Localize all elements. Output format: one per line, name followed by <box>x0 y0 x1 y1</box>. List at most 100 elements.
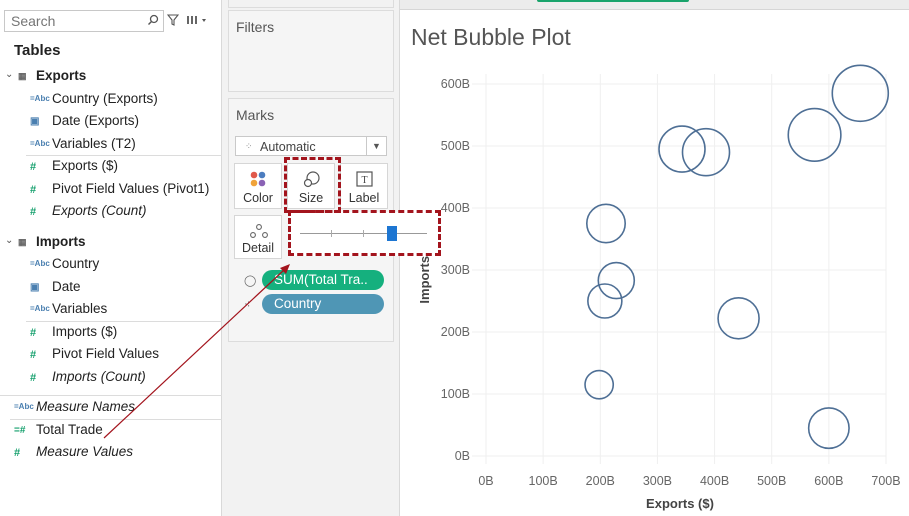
highlight-size-button <box>284 157 341 213</box>
chevron-down-icon[interactable]: ⌄ <box>5 235 13 246</box>
dimension-icon: =Abc <box>30 138 50 148</box>
chart-title: Net Bubble Plot <box>411 24 571 50</box>
y-tick-label: 0B <box>455 449 470 463</box>
field-label: Variables (T2) <box>52 135 136 151</box>
table-exports[interactable]: ⌄ ▦ Exports <box>0 66 222 88</box>
x-tick-label: 500B <box>757 474 786 488</box>
bubble-mark[interactable] <box>831 64 890 123</box>
measure-icon: # <box>30 349 37 361</box>
marks-title: Marks <box>236 107 275 123</box>
text-label-icon: T <box>356 171 373 187</box>
field-item[interactable]: # Measure Values <box>0 442 222 464</box>
y-tick-label: 200B <box>441 325 470 339</box>
chevron-down-icon[interactable]: ⌄ <box>5 69 13 80</box>
measure-icon: # <box>30 326 37 339</box>
x-axis-title: Exports ($) <box>646 496 714 511</box>
calendar-icon: ▣ <box>30 281 40 293</box>
field-label: Country <box>52 256 100 271</box>
dimension-icon: =Abc <box>30 259 50 268</box>
measure-icon: # <box>30 161 37 173</box>
field-item[interactable]: =Abc Measure Names <box>0 397 222 419</box>
measure-icon: # <box>14 447 21 459</box>
bubble-mark[interactable] <box>597 261 636 300</box>
label-button[interactable]: T Label <box>340 163 388 209</box>
detail-icon <box>250 224 268 238</box>
filter-icon[interactable] <box>167 14 179 26</box>
detail-pill[interactable]: Country <box>262 294 384 314</box>
tables-heading: Tables <box>14 42 61 59</box>
svg-text:T: T <box>361 175 367 186</box>
x-tick-label: 700B <box>871 474 900 488</box>
field-label: Exports (Count) <box>52 203 147 218</box>
field-label: Measure Names <box>36 399 136 414</box>
measure-icon: # <box>30 183 37 196</box>
field-label: Country (Exports) <box>52 90 158 106</box>
table-icon: ▦ <box>18 236 27 247</box>
bubble-mark[interactable] <box>586 203 627 244</box>
field-item[interactable]: =Abc Variables (T2) <box>0 134 222 156</box>
field-item[interactable]: # Pivot Field Values (Pivot1) <box>0 179 222 201</box>
field-label: Exports ($) <box>52 158 119 173</box>
color-icon <box>250 171 266 187</box>
x-tick-label: 0B <box>478 474 493 488</box>
field-item[interactable]: =Abc Variables <box>0 299 222 321</box>
field-item[interactable]: ▣ Date (Exports) <box>0 111 222 133</box>
field-item[interactable]: =Abc Country (Exports) <box>0 89 222 111</box>
field-item[interactable]: # Exports (Count) <box>0 201 222 223</box>
x-tick-label: 300B <box>643 474 672 488</box>
field-label: Date <box>52 278 81 294</box>
field-label: Date (Exports) <box>52 113 140 128</box>
color-label: Color <box>243 191 273 205</box>
detail-button[interactable]: Detail <box>234 215 282 259</box>
mark-type-label: Automatic <box>260 140 316 154</box>
dimension-icon: =Abc <box>30 93 50 103</box>
x-tick-label: 200B <box>586 474 615 488</box>
y-tick-label: 600B <box>441 77 470 91</box>
field-item[interactable]: ▣ Date <box>0 277 222 299</box>
field-label: Variables <box>52 301 108 316</box>
mark-type-dropdown[interactable]: ⁘ Automatic ▼ <box>235 136 387 156</box>
y-tick-label: 100B <box>441 387 470 401</box>
field-item[interactable]: =# Total Trade <box>0 420 222 442</box>
filters-card[interactable]: Filters <box>228 10 394 92</box>
table-name: Exports <box>36 68 87 83</box>
bubble-mark[interactable] <box>584 369 615 400</box>
field-item[interactable]: # Imports (Count) <box>0 367 222 389</box>
dimension-icon: =Abc <box>14 402 34 411</box>
view-toggle-icon[interactable] <box>186 14 208 26</box>
data-pane: Tables ⌄▦Exports=AbcCountry (Exports)▣Da… <box>0 0 222 516</box>
toolbar-strip <box>400 0 909 10</box>
size-pill[interactable]: SUM(Total Tra.. <box>262 270 384 290</box>
y-tick-label: 300B <box>441 263 470 277</box>
field-item[interactable]: # Exports ($) <box>0 156 222 178</box>
x-tick-label: 100B <box>529 474 558 488</box>
field-label: Imports (Count) <box>52 368 146 384</box>
field-item[interactable]: # Pivot Field Values <box>0 344 222 366</box>
y-tick-label: 400B <box>441 201 470 215</box>
bubble-mark[interactable] <box>681 127 731 177</box>
auto-mark-icon: ⁘ <box>245 141 253 151</box>
dimension-icon: =Abc <box>30 304 50 313</box>
search-input[interactable] <box>5 11 143 31</box>
x-tick-label: 400B <box>700 474 729 488</box>
search-icon[interactable] <box>147 14 159 26</box>
color-button[interactable]: Color <box>234 163 282 209</box>
highlight-size-slider <box>288 210 441 256</box>
field-item[interactable]: # Imports ($) <box>0 322 222 344</box>
bubble-mark[interactable] <box>587 283 623 319</box>
field-item[interactable]: =Abc Country <box>0 254 222 276</box>
field-label: Measure Values <box>36 444 134 459</box>
calendar-icon: ▣ <box>30 116 40 127</box>
field-label: Imports ($) <box>52 323 118 339</box>
search-box[interactable] <box>4 10 164 32</box>
bubble-mark[interactable] <box>717 297 760 340</box>
chevron-down-icon[interactable]: ▼ <box>366 137 386 155</box>
detail-icon: ⁖ <box>244 299 251 311</box>
pages-card <box>228 0 394 8</box>
divider <box>0 395 222 396</box>
label-label: Label <box>348 191 380 205</box>
table-imports[interactable]: ⌄ ▦ Imports <box>0 232 222 254</box>
active-tab-indicator <box>537 0 689 2</box>
bubble-chart[interactable]: 0B 100B 200B 300B 400B 500B 600B 0B 100B 200B 300B… <box>400 60 909 516</box>
bubble-mark[interactable] <box>787 107 842 162</box>
